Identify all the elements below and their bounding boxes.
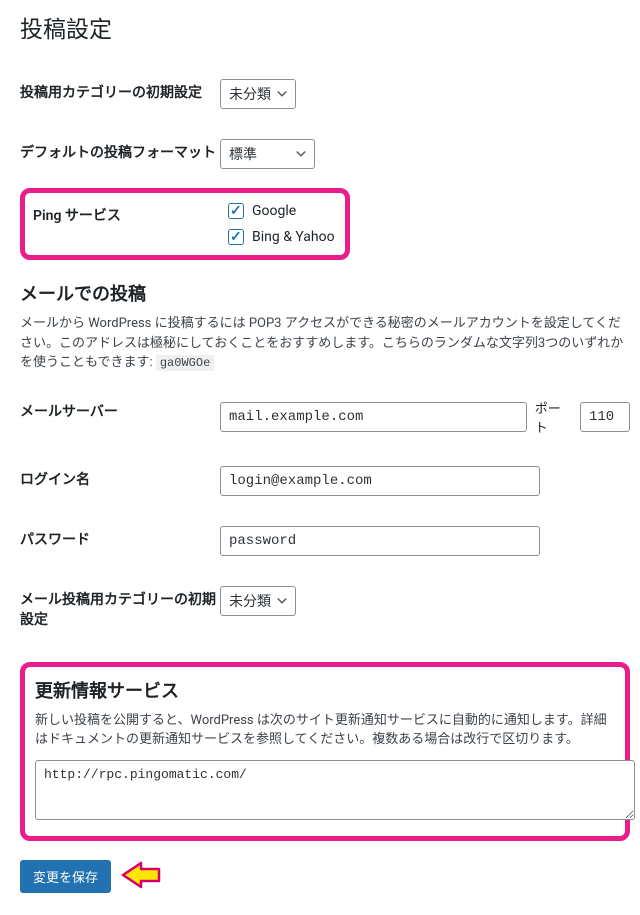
page-title: 投稿設定: [20, 10, 630, 44]
update-services-title: 更新情報サービス: [35, 677, 615, 703]
ping-option-google: Google: [228, 203, 337, 219]
ping-checkbox-google-label: Google: [252, 203, 296, 219]
mail-category-select[interactable]: 未分類: [220, 586, 296, 616]
ping-checkbox-bing-yahoo-label: Bing & Yahoo: [252, 229, 335, 245]
ping-checkbox-google[interactable]: [228, 203, 244, 219]
login-label: ログイン名: [20, 466, 220, 489]
mail-server-input[interactable]: [220, 402, 527, 432]
mail-server-label: メールサーバー: [20, 398, 220, 421]
update-services-highlight-box: 更新情報サービス 新しい投稿を公開すると、WordPress は次のサイト更新通…: [20, 662, 630, 841]
default-category-select[interactable]: 未分類: [220, 79, 296, 109]
update-services-description: 新しい投稿を公開すると、WordPress は次のサイト更新通知サービスに自動的…: [35, 711, 615, 750]
mail-category-label: メール投稿用カテゴリーの初期設定: [20, 586, 220, 629]
port-input[interactable]: [580, 402, 630, 432]
ping-label: Ping サービス: [33, 203, 228, 225]
mail-category-row: メール投稿用カテゴリーの初期設定 未分類: [20, 571, 630, 644]
save-button[interactable]: 変更を保存: [20, 860, 111, 893]
default-category-row: 投稿用カテゴリーの初期設定 未分類: [20, 64, 630, 124]
mail-section-description: メールから WordPress に投稿するには POP3 アクセスができる秘密の…: [20, 314, 630, 373]
login-row: ログイン名: [20, 451, 630, 511]
mail-section-title: メールでの投稿: [20, 280, 630, 306]
ping-checkbox-bing-yahoo[interactable]: [228, 229, 244, 245]
ping-option-bing-yahoo: Bing & Yahoo: [228, 229, 337, 245]
login-input[interactable]: [220, 466, 540, 496]
default-category-label: 投稿用カテゴリーの初期設定: [20, 79, 220, 102]
default-format-select[interactable]: 標準: [220, 139, 315, 169]
update-services-textarea[interactable]: http://rpc.pingomatic.com/: [35, 760, 635, 820]
port-label: ポート: [535, 398, 572, 436]
submit-row: 変更を保存: [20, 859, 630, 895]
password-label: パスワード: [20, 526, 220, 549]
password-input[interactable]: [220, 526, 540, 556]
random-code: ga0WGOe: [156, 355, 214, 371]
default-format-label: デフォルトの投稿フォーマット: [20, 139, 220, 162]
ping-highlight-box: Ping サービス Google Bing & Yahoo: [20, 188, 350, 260]
default-format-row: デフォルトの投稿フォーマット 標準: [20, 124, 630, 184]
password-row: パスワード: [20, 511, 630, 571]
mail-server-row: メールサーバー ポート: [20, 383, 630, 451]
arrow-annotation-icon: [121, 859, 161, 895]
